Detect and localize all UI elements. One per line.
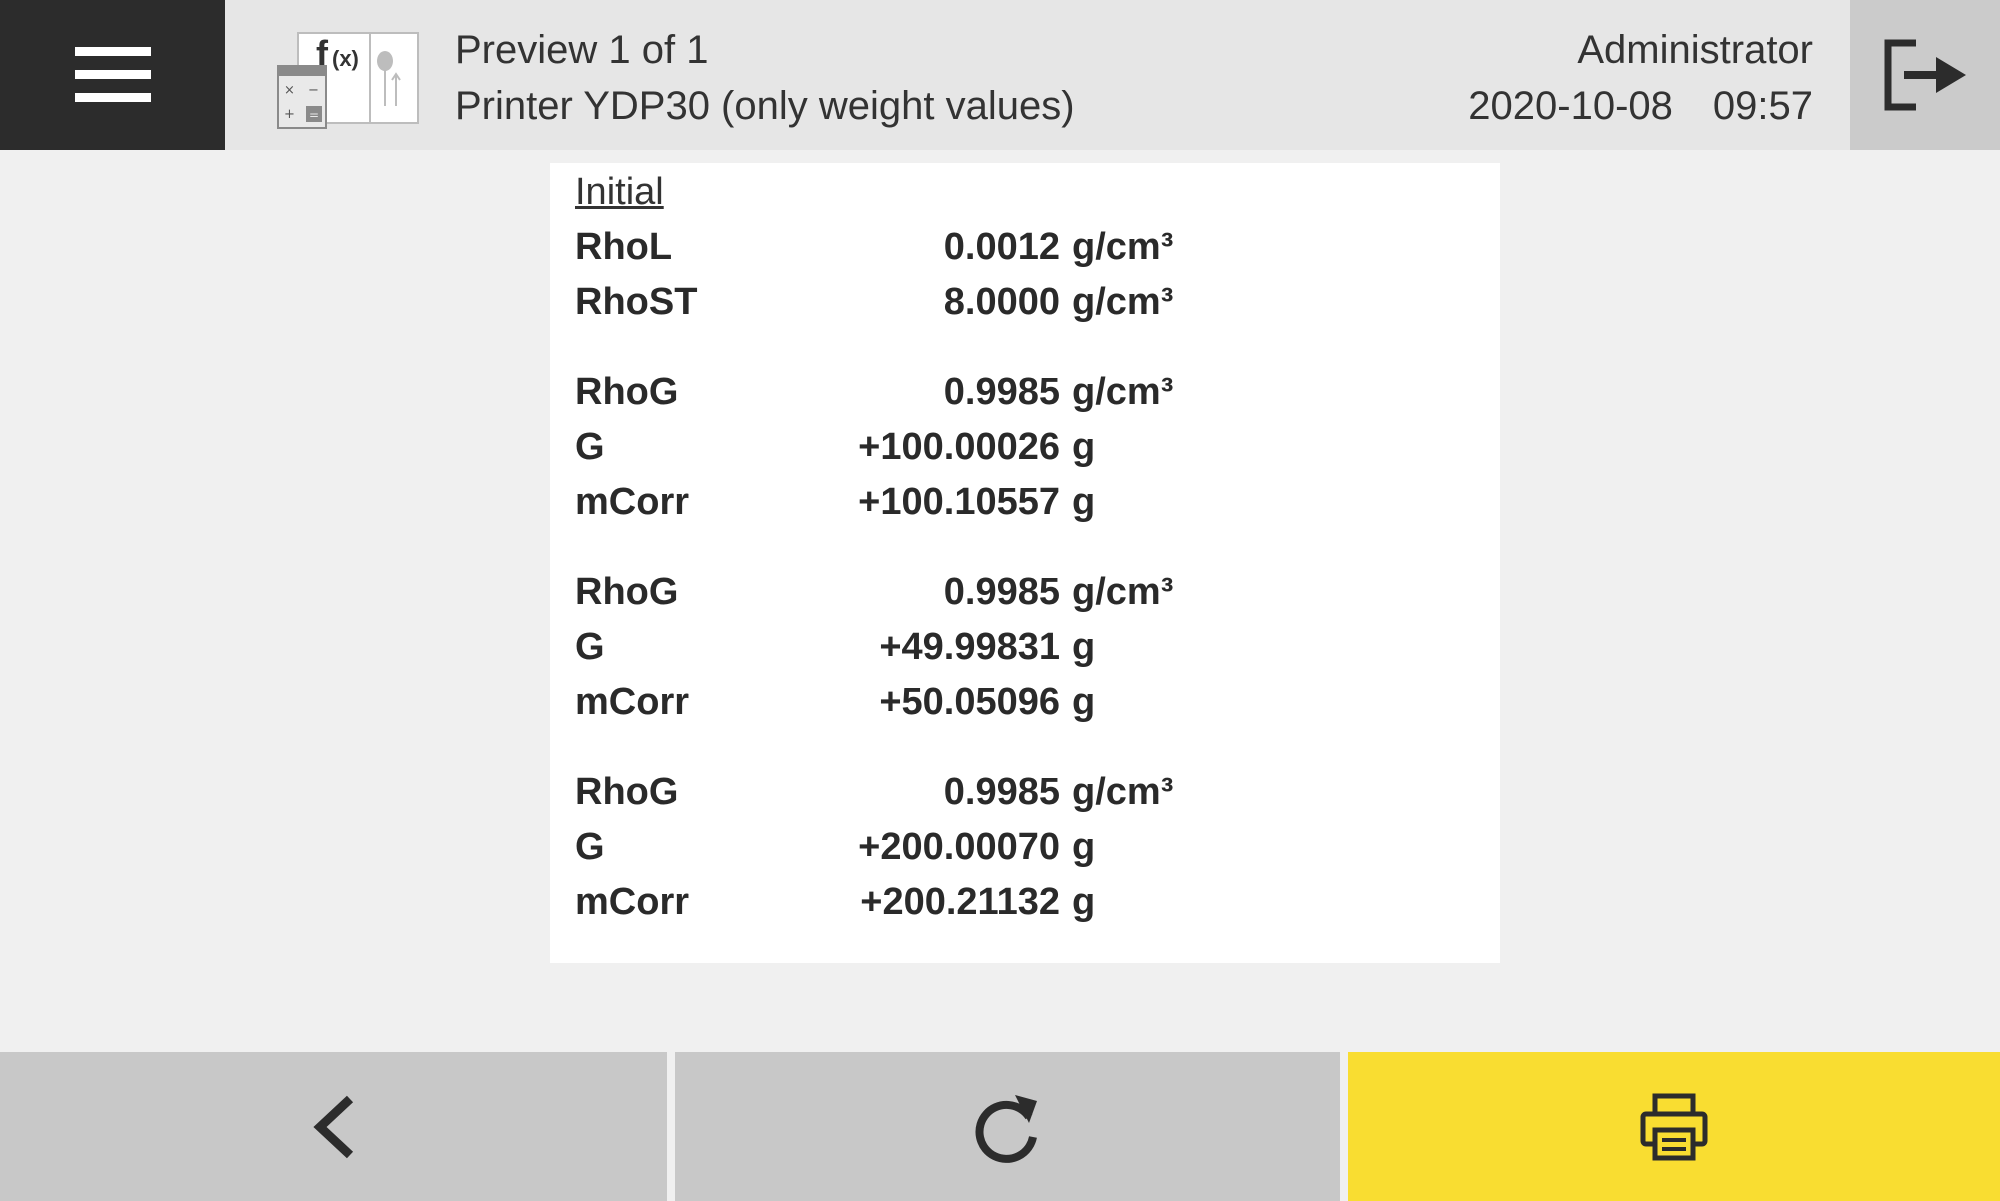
- row-label: RhoST: [575, 281, 698, 323]
- row-label: mCorr: [575, 881, 690, 923]
- row-value: +200.21132: [860, 881, 1060, 923]
- setting-row: RhoST 8.0000 g/cm³: [575, 275, 1173, 330]
- print-preview-content: Initial RhoL 0.0012 g/cm³ RhoST 8.0000 g…: [575, 165, 1173, 930]
- row-value: 0.0012: [943, 226, 1060, 268]
- svg-text:+: +: [284, 107, 295, 122]
- section-heading: Initial: [575, 171, 664, 213]
- back-button[interactable]: [0, 1052, 667, 1201]
- time-text: 09:57: [1712, 84, 1813, 128]
- row-value: +100.10557: [858, 481, 1060, 523]
- refresh-icon: [975, 1094, 1037, 1163]
- row-unit: g/cm³: [1072, 281, 1174, 323]
- svg-text:−: −: [308, 83, 319, 98]
- row-unit: g/cm³: [1072, 771, 1174, 813]
- footer-bar: [0, 1052, 2000, 1201]
- row-value: +100.00026: [858, 426, 1060, 468]
- setting-row: RhoL 0.0012 g/cm³: [575, 220, 1173, 275]
- page-subtitle: Printer YDP30 (only weight values): [455, 84, 1075, 128]
- result-group: RhoG 0.9985 g/cm³ G +200.00070 g mCorr +…: [575, 765, 1173, 930]
- page-title: Preview 1 of 1: [455, 28, 709, 72]
- user-name: Administrator: [1577, 28, 1813, 72]
- row-unit: g: [1072, 681, 1096, 723]
- row-label: G: [575, 826, 605, 868]
- result-row: G +49.99831 g: [575, 620, 1173, 675]
- row-unit: g: [1072, 826, 1096, 868]
- header-bar: f (x) × − + = Preview 1 of 1 Printer YDP…: [0, 0, 2000, 150]
- svg-text:=: =: [309, 108, 319, 122]
- row-value: 0.9985: [943, 371, 1060, 413]
- row-label: RhoG: [575, 371, 679, 413]
- row-unit: g: [1072, 426, 1096, 468]
- row-value: 0.9985: [943, 571, 1060, 613]
- result-row: RhoG 0.9985 g/cm³: [575, 565, 1173, 620]
- print-preview-paper: Initial RhoL 0.0012 g/cm³ RhoST 8.0000 g…: [550, 163, 1500, 963]
- row-label: RhoG: [575, 771, 679, 813]
- row-label: mCorr: [575, 681, 690, 723]
- header-titles: Preview 1 of 1 Printer YDP30 (only weigh…: [455, 22, 1075, 134]
- svg-text:×: ×: [284, 83, 295, 98]
- row-unit: g/cm³: [1072, 226, 1174, 268]
- date-text: 2020-10-08: [1468, 84, 1673, 128]
- row-unit: g: [1072, 881, 1096, 923]
- row-label: RhoL: [575, 226, 673, 268]
- row-value: +200.00070: [858, 826, 1060, 868]
- row-value: +50.05096: [879, 681, 1060, 723]
- result-group: RhoG 0.9985 g/cm³ G +49.99831 g mCorr +5…: [575, 565, 1173, 730]
- row-unit: g/cm³: [1072, 571, 1174, 613]
- printer-icon: [1640, 1093, 1708, 1160]
- hamburger-menu-icon: [74, 47, 151, 102]
- datetime: 2020-10-08 09:57: [1468, 78, 1813, 134]
- result-row: mCorr +200.21132 g: [575, 875, 1173, 930]
- result-row: RhoG 0.9985 g/cm³: [575, 765, 1173, 820]
- row-value: 0.9985: [943, 771, 1060, 813]
- row-label: G: [575, 626, 605, 668]
- row-value: 8.0000: [943, 281, 1060, 323]
- density-calculator-app-icon: f (x) × − + =: [277, 32, 419, 129]
- logout-button[interactable]: [1850, 0, 2000, 150]
- result-row: G +100.00026 g: [575, 420, 1173, 475]
- row-label: RhoG: [575, 571, 679, 613]
- print-button[interactable]: [1348, 1052, 2000, 1201]
- row-label: mCorr: [575, 481, 690, 523]
- chevron-left-icon: [312, 1095, 353, 1158]
- result-row: mCorr +50.05096 g: [575, 675, 1173, 730]
- refresh-button[interactable]: [675, 1052, 1340, 1201]
- row-unit: g: [1072, 626, 1096, 668]
- row-label: G: [575, 426, 605, 468]
- result-row: mCorr +100.10557 g: [575, 475, 1173, 530]
- row-unit: g: [1072, 481, 1096, 523]
- result-row: G +200.00070 g: [575, 820, 1173, 875]
- header-user-info: Administrator 2020-10-08 09:57: [1468, 22, 1813, 134]
- svg-text:(x): (x): [332, 46, 359, 71]
- logout-icon: [1884, 39, 1966, 111]
- result-group: RhoG 0.9985 g/cm³ G +100.00026 g mCorr +…: [575, 365, 1173, 530]
- row-unit: g/cm³: [1072, 371, 1174, 413]
- menu-button[interactable]: [0, 0, 225, 150]
- app-window: f (x) × − + = Preview 1 of 1 Printer YDP…: [0, 0, 2000, 1201]
- result-row: RhoG 0.9985 g/cm³: [575, 365, 1173, 420]
- row-value: +49.99831: [879, 626, 1060, 668]
